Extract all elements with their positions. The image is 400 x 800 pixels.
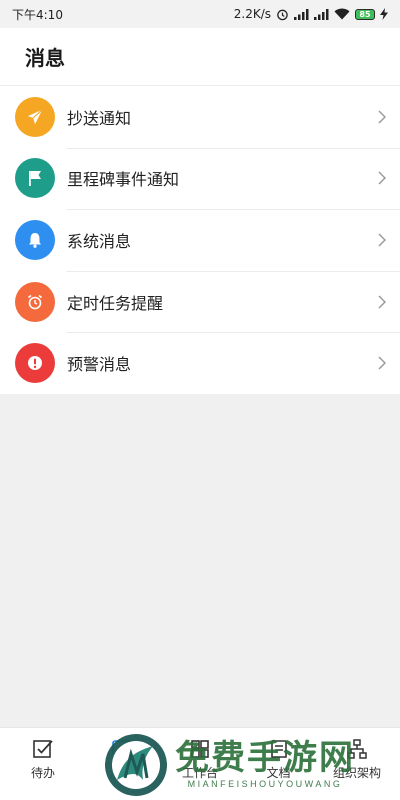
list-item-label: 里程碑事件通知 bbox=[67, 170, 180, 190]
page-title: 消息 bbox=[25, 46, 65, 70]
chevron-right-icon bbox=[378, 171, 386, 185]
status-bar: 下午4:10 2.2K/s 85 bbox=[0, 0, 400, 28]
list-item-system-message[interactable]: 系统消息 bbox=[0, 209, 400, 271]
chevron-right-icon bbox=[378, 110, 386, 124]
net-speed: 2.2K/s bbox=[233, 7, 271, 21]
bottom-nav: 待办 消息 工作台 文档 组织架构 bbox=[0, 727, 400, 800]
tab-label: 组织架构 bbox=[332, 766, 381, 780]
chevron-right-icon bbox=[378, 356, 386, 370]
tab-label: 文档 bbox=[266, 766, 291, 780]
org-chart-icon bbox=[346, 738, 368, 760]
tab-todo[interactable]: 待办 bbox=[12, 728, 74, 800]
list-item-cc-notice[interactable]: 抄送通知 bbox=[0, 86, 400, 148]
status-right: 2.2K/s 85 bbox=[234, 7, 388, 21]
tab-label: 工作台 bbox=[181, 766, 218, 780]
list-item-label: 定时任务提醒 bbox=[67, 293, 164, 313]
flag-icon bbox=[15, 158, 55, 199]
checkbox-icon bbox=[32, 738, 54, 760]
tab-org-structure[interactable]: 组织架构 bbox=[326, 728, 388, 800]
message-icon bbox=[111, 738, 133, 760]
message-list: 抄送通知 里程碑事件通知 系统消息 定时任务提醒 预警消息 bbox=[0, 86, 400, 394]
alarm-clock-icon bbox=[15, 281, 55, 322]
alert-icon bbox=[15, 343, 55, 384]
tab-workbench[interactable]: 工作台 bbox=[169, 728, 231, 800]
document-icon bbox=[268, 738, 290, 760]
status-time: 下午4:10 bbox=[12, 7, 63, 22]
tab-label: 消息 bbox=[109, 766, 134, 780]
list-item-scheduled-task[interactable]: 定时任务提醒 bbox=[0, 270, 400, 333]
tab-label: 待办 bbox=[30, 766, 55, 780]
list-item-warning-message[interactable]: 预警消息 bbox=[0, 332, 400, 394]
battery-icon: 85 bbox=[355, 8, 375, 20]
wifi-icon bbox=[334, 8, 350, 20]
charging-icon bbox=[380, 8, 388, 20]
list-item-label: 抄送通知 bbox=[67, 108, 132, 128]
chevron-right-icon bbox=[378, 233, 386, 247]
tab-documents[interactable]: 文档 bbox=[248, 728, 310, 800]
chevron-right-icon bbox=[378, 295, 386, 309]
list-item-label: 预警消息 bbox=[67, 355, 132, 375]
list-item-milestone-notice[interactable]: 里程碑事件通知 bbox=[0, 147, 400, 210]
alarm-icon bbox=[276, 8, 289, 21]
signal-icon bbox=[314, 8, 329, 20]
signal-icon bbox=[294, 8, 309, 20]
workbench-icon bbox=[189, 738, 211, 760]
header: 消息 bbox=[0, 28, 400, 86]
tab-messages[interactable]: 消息 bbox=[91, 728, 153, 800]
bell-icon bbox=[15, 219, 55, 260]
list-item-label: 系统消息 bbox=[67, 231, 132, 251]
paper-plane-icon bbox=[15, 96, 55, 137]
